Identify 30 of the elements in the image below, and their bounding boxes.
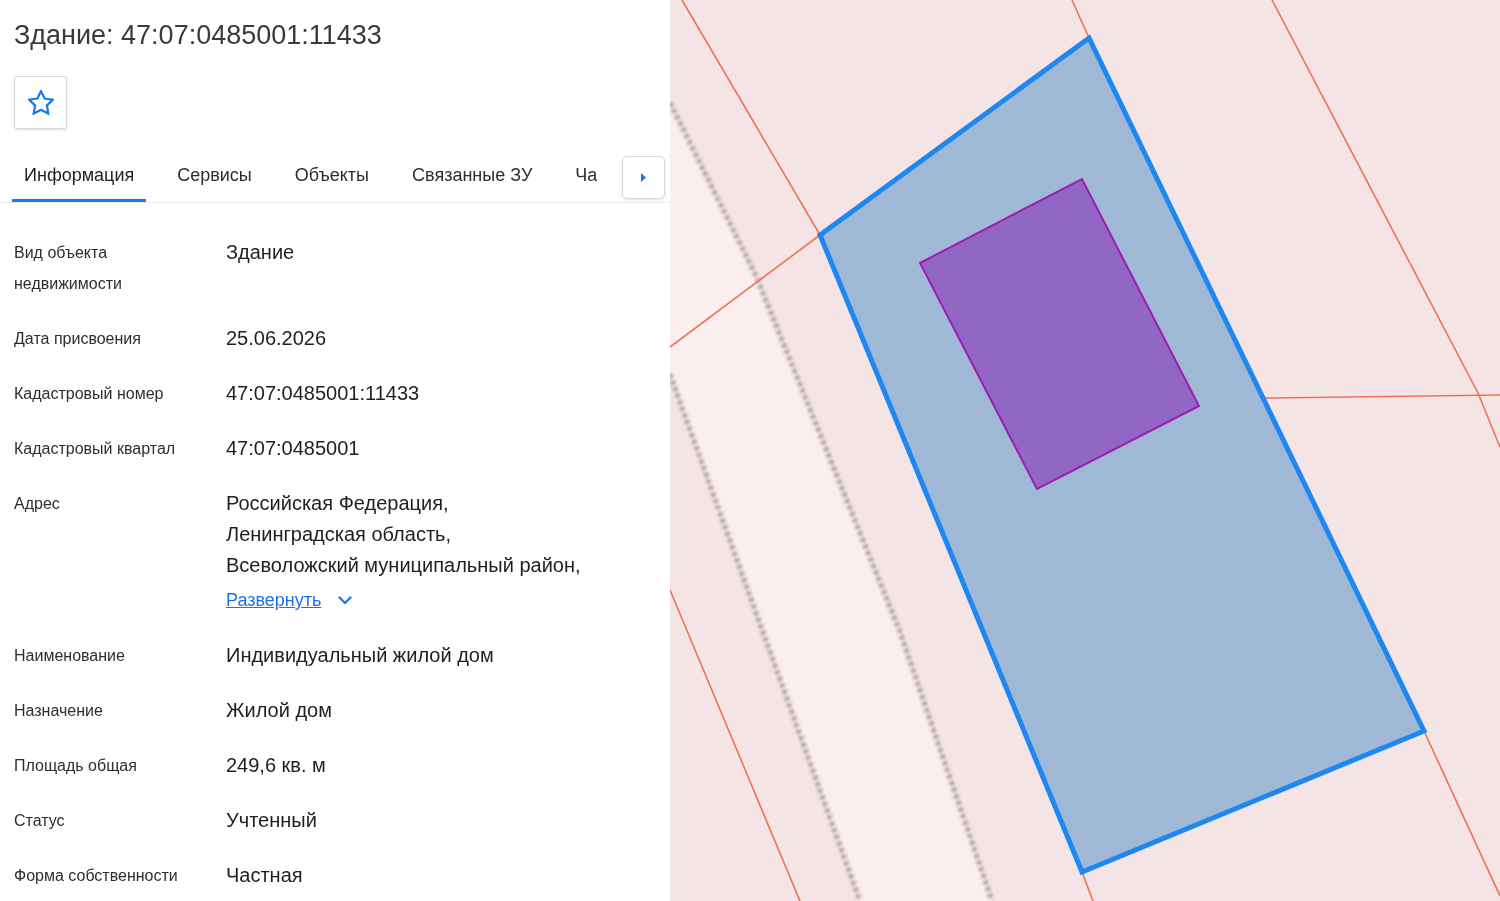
field-label: Кадастровый номер: [14, 384, 165, 404]
field-value: Здание: [226, 240, 295, 265]
field-label: Форма собственности: [14, 866, 179, 886]
field-label: Дата присвоения: [14, 329, 142, 349]
field-label: Кадастровый квартал: [14, 439, 177, 459]
field-value: 25.06.2026: [226, 326, 327, 351]
tab[interactable]: Информация: [12, 151, 147, 202]
chevron-down-icon: [338, 596, 353, 605]
expand-link[interactable]: Развернуть: [226, 585, 353, 616]
tab[interactable]: Связанные ЗУ: [400, 151, 545, 202]
field-value: 249,6 кв. м: [226, 753, 326, 778]
field-value: Индивидуальный жилой дом: [226, 643, 494, 668]
field-label: Площадь общая: [14, 756, 138, 776]
field-value: Жилой дом: [226, 698, 332, 723]
field-label: Наименование: [14, 646, 126, 666]
field-label: Адрес: [14, 494, 61, 514]
caret-right-icon: [641, 173, 646, 182]
field-value: 47:07:0485001: [226, 436, 360, 461]
tab[interactable]: Объекты: [282, 151, 382, 202]
field-label: Вид объекта недвижимости: [14, 243, 123, 294]
tab[interactable]: Ча: [563, 151, 598, 202]
page-title: Здание: 47:07:0485001:11433: [13, 19, 383, 52]
address-value: Российская Федерация, Ленинградская область, Всеволожский муниципальный район,: [226, 491, 581, 578]
field-value: Частная: [226, 863, 303, 888]
field-label: Статус: [14, 811, 66, 831]
field-value: Учтенный: [226, 808, 317, 833]
tab[interactable]: Сервисы: [165, 151, 264, 202]
field-value: 47:07:0485001:11433: [226, 381, 420, 406]
favorite-button[interactable]: [14, 76, 67, 129]
field-label: Назначение: [14, 701, 104, 721]
